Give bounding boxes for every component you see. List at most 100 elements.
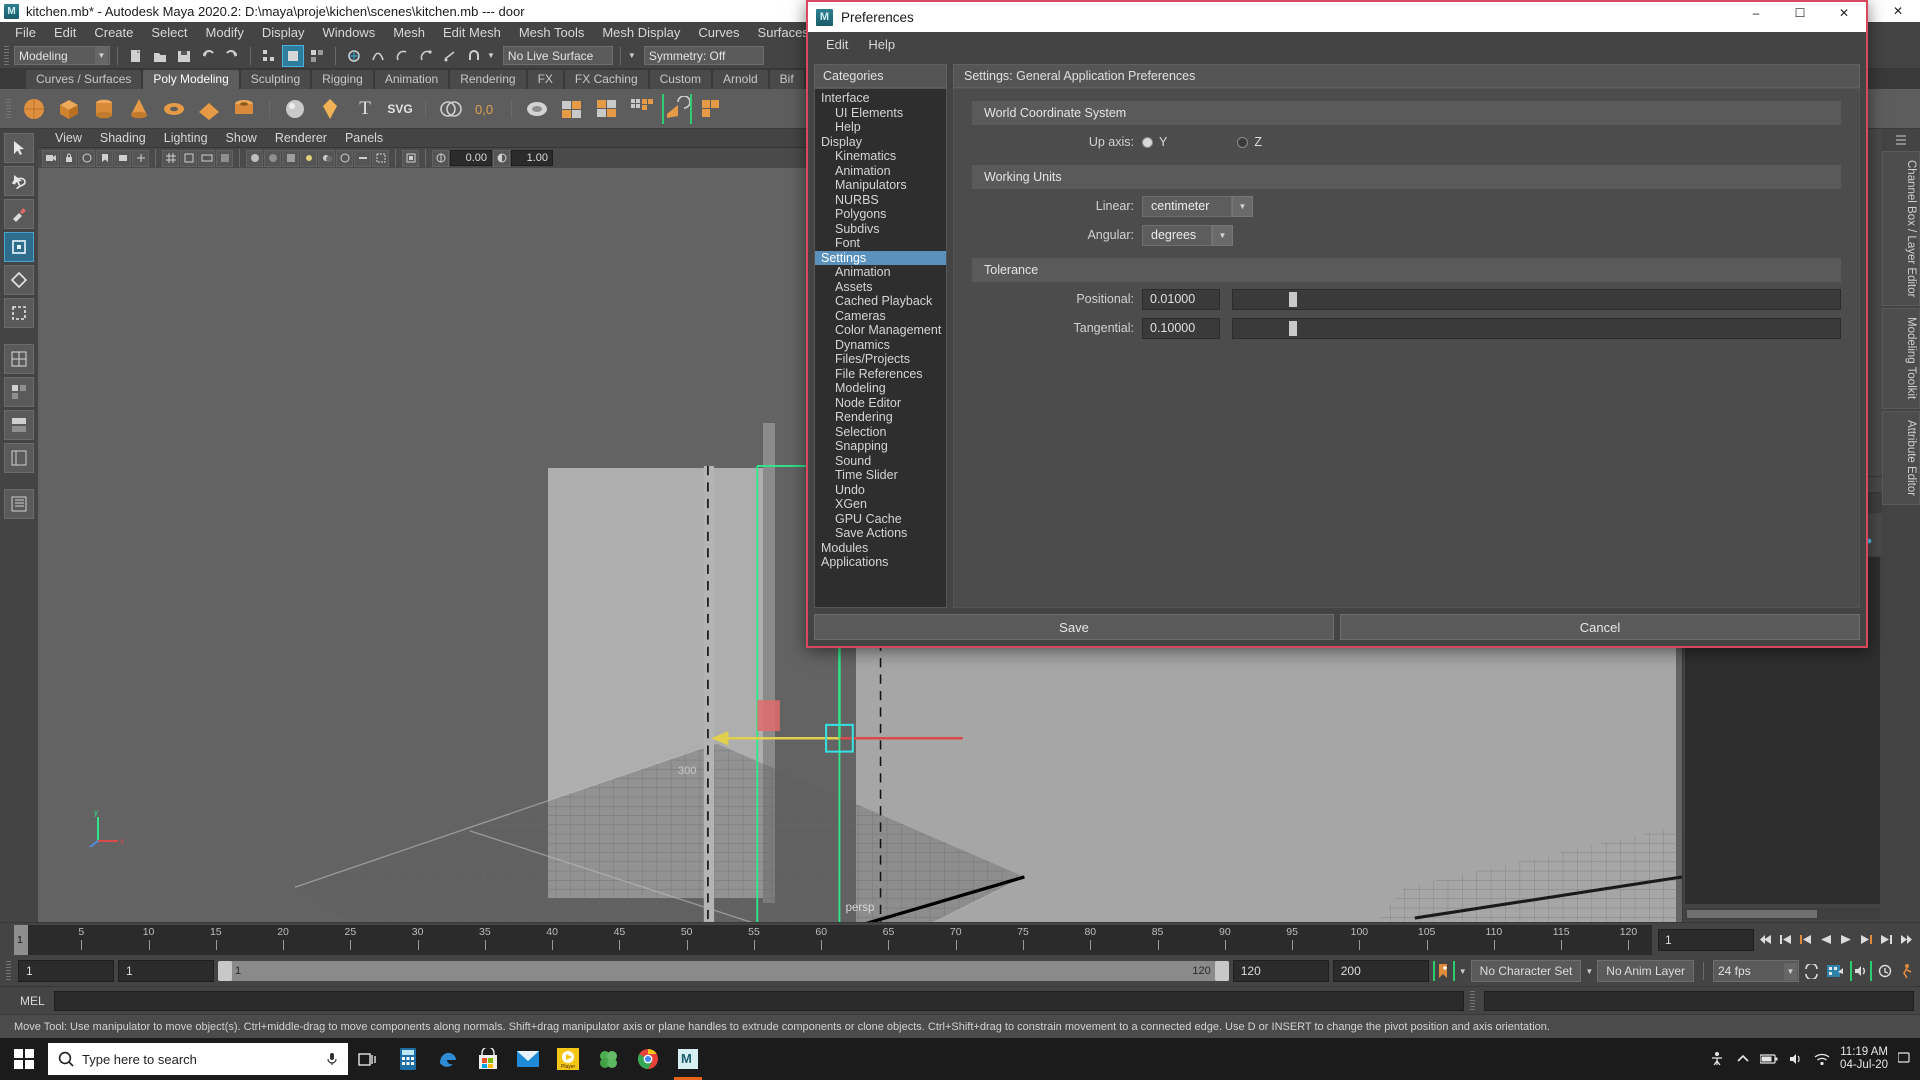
outliner-layout-button[interactable]: [4, 489, 34, 519]
resolution-gate-icon[interactable]: [198, 149, 215, 167]
mail-icon[interactable]: [508, 1038, 548, 1080]
mel-command-input[interactable]: [54, 990, 1464, 1011]
svg-tool-icon[interactable]: SVG: [385, 94, 415, 124]
isolate-select-icon[interactable]: [402, 149, 419, 167]
scale-tool-button[interactable]: [4, 298, 34, 328]
grid-icon[interactable]: [162, 149, 179, 167]
range-start-field[interactable]: 1: [18, 960, 114, 982]
shelf-tab-bifrost[interactable]: Bif: [769, 70, 804, 89]
menu-edit-mesh[interactable]: Edit Mesh: [434, 22, 510, 43]
go-to-start-icon[interactable]: [1757, 930, 1774, 950]
menu-mesh-display[interactable]: Mesh Display: [593, 22, 689, 43]
menu-create[interactable]: Create: [85, 22, 142, 43]
character-walk-icon[interactable]: [1897, 961, 1914, 981]
task-view-icon[interactable]: [348, 1038, 388, 1080]
select-object-icon[interactable]: [282, 44, 304, 67]
undo-icon[interactable]: [197, 45, 219, 67]
new-scene-icon[interactable]: [125, 45, 147, 67]
preferences-maximize-button[interactable]: ☐: [1778, 2, 1822, 24]
step-forward-keyframe-icon[interactable]: [1877, 930, 1894, 950]
single-view-layout-button[interactable]: [4, 344, 34, 374]
step-forward-frame-icon[interactable]: [1857, 930, 1874, 950]
scrollbar-thumb[interactable]: [1687, 910, 1817, 918]
two-pane-layout-button[interactable]: [4, 377, 34, 407]
shelf-tab-rendering[interactable]: Rendering: [450, 70, 526, 89]
menu-windows[interactable]: Windows: [313, 22, 384, 43]
tangential-slider[interactable]: [1232, 317, 1841, 339]
open-scene-icon[interactable]: [149, 45, 171, 67]
panel-expand-icon[interactable]: [1882, 129, 1920, 151]
anim-snapshot-icon[interactable]: [1876, 961, 1893, 981]
character-set-selector[interactable]: No Character Set: [1470, 960, 1582, 982]
poly-sphere-icon[interactable]: [19, 94, 49, 124]
auto-key-icon[interactable]: [1432, 961, 1455, 981]
viewport-menu-lighting[interactable]: Lighting: [155, 129, 217, 148]
mirror-icon[interactable]: [662, 93, 692, 124]
poly-cone-icon[interactable]: [124, 94, 154, 124]
bookmark-icon[interactable]: [96, 149, 113, 167]
vtab-attribute-editor[interactable]: Attribute Editor: [1882, 410, 1920, 505]
menu-mesh[interactable]: Mesh: [384, 22, 434, 43]
category-item-cached-playback[interactable]: Cached Playback: [815, 294, 946, 309]
range-slider-bar[interactable]: 1 120: [218, 961, 1229, 981]
shadows-icon[interactable]: [318, 149, 335, 167]
exposure-field[interactable]: 0.00: [450, 150, 492, 166]
calculator-icon[interactable]: [388, 1038, 428, 1080]
xray-icon[interactable]: [432, 149, 449, 167]
chevron-down-icon[interactable]: ▼: [487, 51, 495, 60]
category-item-color-management[interactable]: Color Management: [815, 323, 946, 338]
fps-selector[interactable]: 24 fps ▼: [1713, 960, 1799, 982]
viewport-menu-renderer[interactable]: Renderer: [266, 129, 336, 148]
category-item-modeling[interactable]: Modeling: [815, 381, 946, 396]
triangulate-icon[interactable]: [627, 94, 657, 124]
category-item-selection[interactable]: Selection: [815, 425, 946, 440]
viewport-menu-panels[interactable]: Panels: [336, 129, 392, 148]
ao-icon[interactable]: [336, 149, 353, 167]
gamma-field[interactable]: 1.00: [511, 150, 553, 166]
category-item-help[interactable]: Help: [815, 120, 946, 135]
current-frame-field[interactable]: 1: [1658, 928, 1754, 951]
text-tool-icon[interactable]: T: [350, 94, 380, 124]
category-item-rendering[interactable]: Rendering: [815, 410, 946, 425]
multisample-icon[interactable]: [372, 149, 389, 167]
save-scene-icon[interactable]: [173, 45, 195, 67]
angular-unit-dropdown[interactable]: degrees ▼: [1142, 224, 1233, 246]
smooth-shade-all-icon[interactable]: [264, 149, 281, 167]
select-component-icon[interactable]: [306, 45, 328, 67]
shelf-tab-fx-caching[interactable]: FX Caching: [564, 70, 648, 89]
category-item-dynamics[interactable]: Dynamics: [815, 338, 946, 353]
shelf-grip[interactable]: [6, 98, 11, 119]
paint-select-tool-button[interactable]: [4, 199, 34, 229]
category-item-font[interactable]: Font: [815, 236, 946, 251]
shelf-tab-poly-modeling[interactable]: Poly Modeling: [143, 70, 239, 89]
poly-cube-icon[interactable]: [54, 94, 84, 124]
category-item-nurbs[interactable]: NURBS: [815, 193, 946, 208]
viewport-menu-view[interactable]: View: [46, 129, 91, 148]
film-gate-icon[interactable]: [180, 149, 197, 167]
shelf-tab-arnold[interactable]: Arnold: [712, 70, 768, 89]
category-item-animation[interactable]: Animation: [815, 164, 946, 179]
playback-end-field[interactable]: 120: [1232, 960, 1329, 982]
microphone-icon[interactable]: [326, 1051, 338, 1067]
playback-loop-icon[interactable]: [1803, 961, 1820, 981]
category-item-modules[interactable]: Modules: [815, 541, 946, 556]
close-button[interactable]: ✕: [1876, 0, 1920, 22]
viewport-menu-show[interactable]: Show: [217, 129, 266, 148]
category-item-settings[interactable]: Settings: [815, 250, 946, 265]
menu-select[interactable]: Select: [142, 22, 196, 43]
taskbar-search-box[interactable]: Type here to search: [48, 1043, 348, 1075]
preferences-minimize-button[interactable]: –: [1734, 2, 1778, 24]
snap-curve-icon[interactable]: [367, 45, 389, 67]
microsoft-store-icon[interactable]: [468, 1038, 508, 1080]
linear-unit-dropdown[interactable]: centimeter ▼: [1142, 195, 1253, 217]
preferences-category-list[interactable]: Interface UI Elements Help Display Kinematic…: [814, 88, 947, 608]
live-surface-field[interactable]: No Live Surface: [502, 46, 613, 65]
go-to-end-icon[interactable]: [1897, 930, 1914, 950]
smooth-icon[interactable]: [522, 94, 552, 124]
poly-torus-icon[interactable]: [159, 94, 189, 124]
category-item-save-actions[interactable]: Save Actions: [815, 526, 946, 541]
menu-display[interactable]: Display: [253, 22, 314, 43]
preferences-dialog[interactable]: M Preferences – ☐ ✕ Edit Help Categories…: [806, 0, 1868, 648]
positional-value-field[interactable]: 0.01000: [1142, 288, 1220, 310]
preferences-save-button[interactable]: Save: [814, 614, 1334, 640]
